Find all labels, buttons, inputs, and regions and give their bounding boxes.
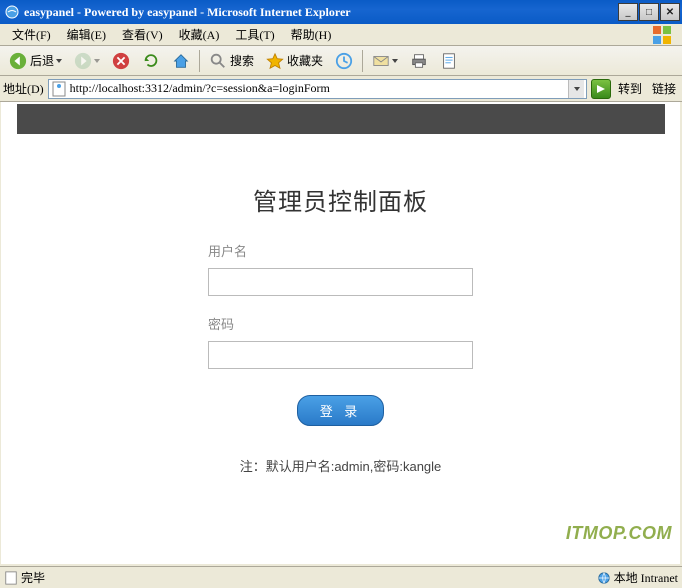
- mail-button[interactable]: [367, 49, 403, 73]
- page-icon: [51, 81, 67, 97]
- links-button[interactable]: 链接: [649, 80, 679, 97]
- close-button[interactable]: ✕: [660, 3, 680, 21]
- menu-tools[interactable]: 工具(T): [227, 24, 282, 45]
- windows-logo-icon: [642, 24, 682, 46]
- address-dropdown[interactable]: [568, 80, 584, 98]
- globe-icon: [597, 571, 611, 585]
- chevron-down-icon: [392, 59, 398, 63]
- menu-file[interactable]: 文件(F): [4, 24, 59, 45]
- chevron-down-icon: [56, 59, 62, 63]
- search-button[interactable]: 搜索: [204, 49, 259, 73]
- status-done: 完毕: [4, 569, 45, 586]
- password-label: 密码: [208, 314, 473, 333]
- home-button[interactable]: [167, 49, 195, 73]
- username-label: 用户名: [208, 241, 473, 260]
- window-titlebar: easypanel - Powered by easypanel - Micro…: [0, 0, 682, 24]
- refresh-button[interactable]: [137, 49, 165, 73]
- page-title: 管理员控制面板: [253, 182, 428, 217]
- go-button[interactable]: [591, 79, 611, 99]
- status-zone: 本地 Intranet: [597, 569, 678, 586]
- login-button[interactable]: 登 录: [297, 395, 385, 426]
- address-bar: 地址(D) http://localhost:3312/admin/?c=ses…: [0, 76, 682, 102]
- menu-view[interactable]: 查看(V): [114, 24, 171, 45]
- watermark: ITMOP.COM: [566, 523, 672, 544]
- go-label: 转到: [615, 80, 645, 97]
- page-icon: [4, 571, 18, 585]
- status-bar: 完毕 本地 Intranet: [0, 566, 682, 588]
- back-button[interactable]: 后退: [4, 49, 67, 73]
- maximize-button[interactable]: □: [639, 3, 659, 21]
- menu-bar: 文件(F) 编辑(E) 查看(V) 收藏(A) 工具(T) 帮助(H): [0, 24, 682, 46]
- history-button[interactable]: [330, 49, 358, 73]
- menu-favorites[interactable]: 收藏(A): [171, 24, 228, 45]
- edit-button[interactable]: [435, 49, 463, 73]
- page-content: 管理员控制面板 用户名 密码 登 录 注：默认用户名:admin,密码:kang…: [1, 102, 680, 564]
- menu-help[interactable]: 帮助(H): [283, 24, 340, 45]
- window-title: easypanel - Powered by easypanel - Micro…: [24, 5, 617, 20]
- menu-edit[interactable]: 编辑(E): [59, 24, 114, 45]
- forward-button[interactable]: [69, 49, 105, 73]
- login-note: 注：默认用户名:admin,密码:kangle: [240, 456, 442, 475]
- username-input[interactable]: [208, 268, 473, 296]
- minimize-button[interactable]: _: [618, 3, 638, 21]
- favorites-button[interactable]: 收藏夹: [261, 49, 328, 73]
- address-input[interactable]: http://localhost:3312/admin/?c=session&a…: [48, 79, 587, 99]
- ie-icon: [4, 4, 20, 20]
- chevron-down-icon: [94, 59, 100, 63]
- header-band: [17, 104, 665, 134]
- password-input[interactable]: [208, 341, 473, 369]
- chevron-down-icon: [574, 87, 580, 91]
- address-label: 地址(D): [3, 80, 44, 97]
- separator: [362, 50, 363, 72]
- separator: [199, 50, 200, 72]
- toolbar: 后退 搜索 收藏夹: [0, 46, 682, 76]
- stop-button[interactable]: [107, 49, 135, 73]
- print-button[interactable]: [405, 49, 433, 73]
- address-url: http://localhost:3312/admin/?c=session&a…: [70, 81, 568, 96]
